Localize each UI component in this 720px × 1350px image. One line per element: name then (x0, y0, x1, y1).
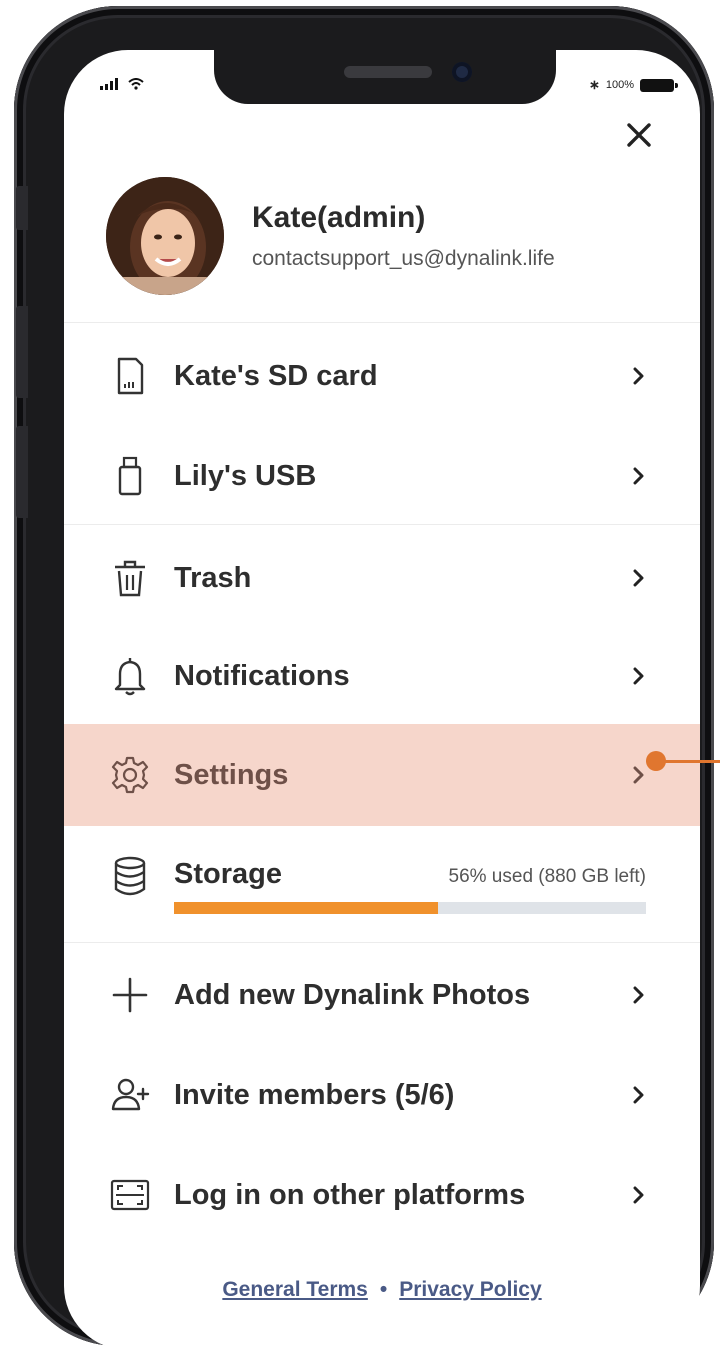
menu-item-sd-card[interactable]: Kate's SD card (64, 326, 700, 426)
mute-switch (16, 186, 28, 230)
menu-item-settings[interactable]: Settings (64, 724, 700, 826)
chevron-right-icon (633, 1086, 644, 1104)
menu-item-trash[interactable]: Trash (64, 528, 700, 628)
chevron-right-icon (633, 986, 644, 1004)
menu-item-login-other-platforms[interactable]: Log in on other platforms (64, 1145, 700, 1245)
menu-label-add-photos: Add new Dynalink Photos (174, 978, 531, 1011)
menu-label-trash: Trash (174, 561, 252, 594)
front-camera (452, 62, 472, 82)
chevron-right-icon (633, 569, 644, 587)
screen: ∗ 100% Kate(admin) contactsupport_us@dyn… (64, 50, 700, 1350)
add-user-icon (111, 1078, 150, 1111)
volume-up-button (16, 306, 28, 398)
privacy-policy-link[interactable]: Privacy Policy (399, 1278, 541, 1301)
notch (214, 50, 556, 104)
user-name: Kate(admin) (252, 201, 426, 234)
avatar (106, 177, 224, 295)
user-email: contactsupport_us@dynalink.life (252, 247, 555, 270)
menu-item-invite-members[interactable]: Invite members (5/6) (64, 1045, 700, 1145)
menu-item-usb[interactable]: Lily's USB (64, 426, 700, 526)
chevron-right-icon (633, 1186, 644, 1204)
wifi-icon (128, 78, 144, 90)
menu-label-usb: Lily's USB (174, 459, 317, 492)
storage-usage-text: 56% used (880 GB left) (448, 866, 647, 887)
volume-down-button (16, 426, 28, 518)
plus-icon (112, 977, 148, 1013)
storage-progress-bar (174, 902, 646, 914)
divider (64, 322, 700, 323)
menu-label-invite-members: Invite members (5/6) (174, 1078, 455, 1111)
storage-label: Storage (174, 858, 282, 890)
bluetooth-icon: ∗ (588, 77, 600, 92)
storage-section: Storage 56% used (880 GB left) (64, 830, 700, 940)
trash-icon (115, 560, 145, 597)
menu-item-notifications[interactable]: Notifications (64, 626, 700, 726)
battery-percentage: 100% (605, 79, 634, 91)
close-icon[interactable] (622, 118, 656, 152)
bell-icon (114, 658, 146, 696)
footer-links: General Terms • Privacy Policy (64, 1278, 700, 1302)
chevron-right-icon (633, 766, 644, 784)
divider (64, 524, 700, 525)
chevron-right-icon (633, 467, 644, 485)
database-icon (114, 856, 146, 896)
scan-icon (110, 1179, 150, 1211)
speaker (344, 66, 432, 78)
menu-label-login-other-platforms: Log in on other platforms (174, 1178, 526, 1211)
profile-header: Kate(admin) contactsupport_us@dynalink.l… (106, 177, 555, 295)
menu-item-add-photos[interactable]: Add new Dynalink Photos (64, 945, 700, 1045)
menu-label-settings: Settings (174, 758, 289, 791)
general-terms-link[interactable]: General Terms (222, 1278, 368, 1301)
status-bar-right: ∗ 100% (588, 77, 678, 93)
storage-progress-fill (174, 902, 439, 914)
annotation-dot (646, 751, 666, 771)
sd-card-icon (117, 357, 144, 395)
menu-label-notifications: Notifications (174, 659, 350, 692)
status-bar-left (100, 78, 144, 90)
usb-icon (118, 456, 142, 496)
phone-frame: ∗ 100% Kate(admin) contactsupport_us@dyn… (14, 6, 714, 1350)
chevron-right-icon (633, 367, 644, 385)
chevron-right-icon (633, 667, 644, 685)
divider (64, 942, 700, 943)
footer-separator: • (379, 1278, 388, 1301)
gear-icon (111, 756, 149, 794)
battery-icon (640, 78, 678, 92)
signal-icon (100, 78, 118, 90)
menu-label-sd-card: Kate's SD card (174, 359, 378, 392)
